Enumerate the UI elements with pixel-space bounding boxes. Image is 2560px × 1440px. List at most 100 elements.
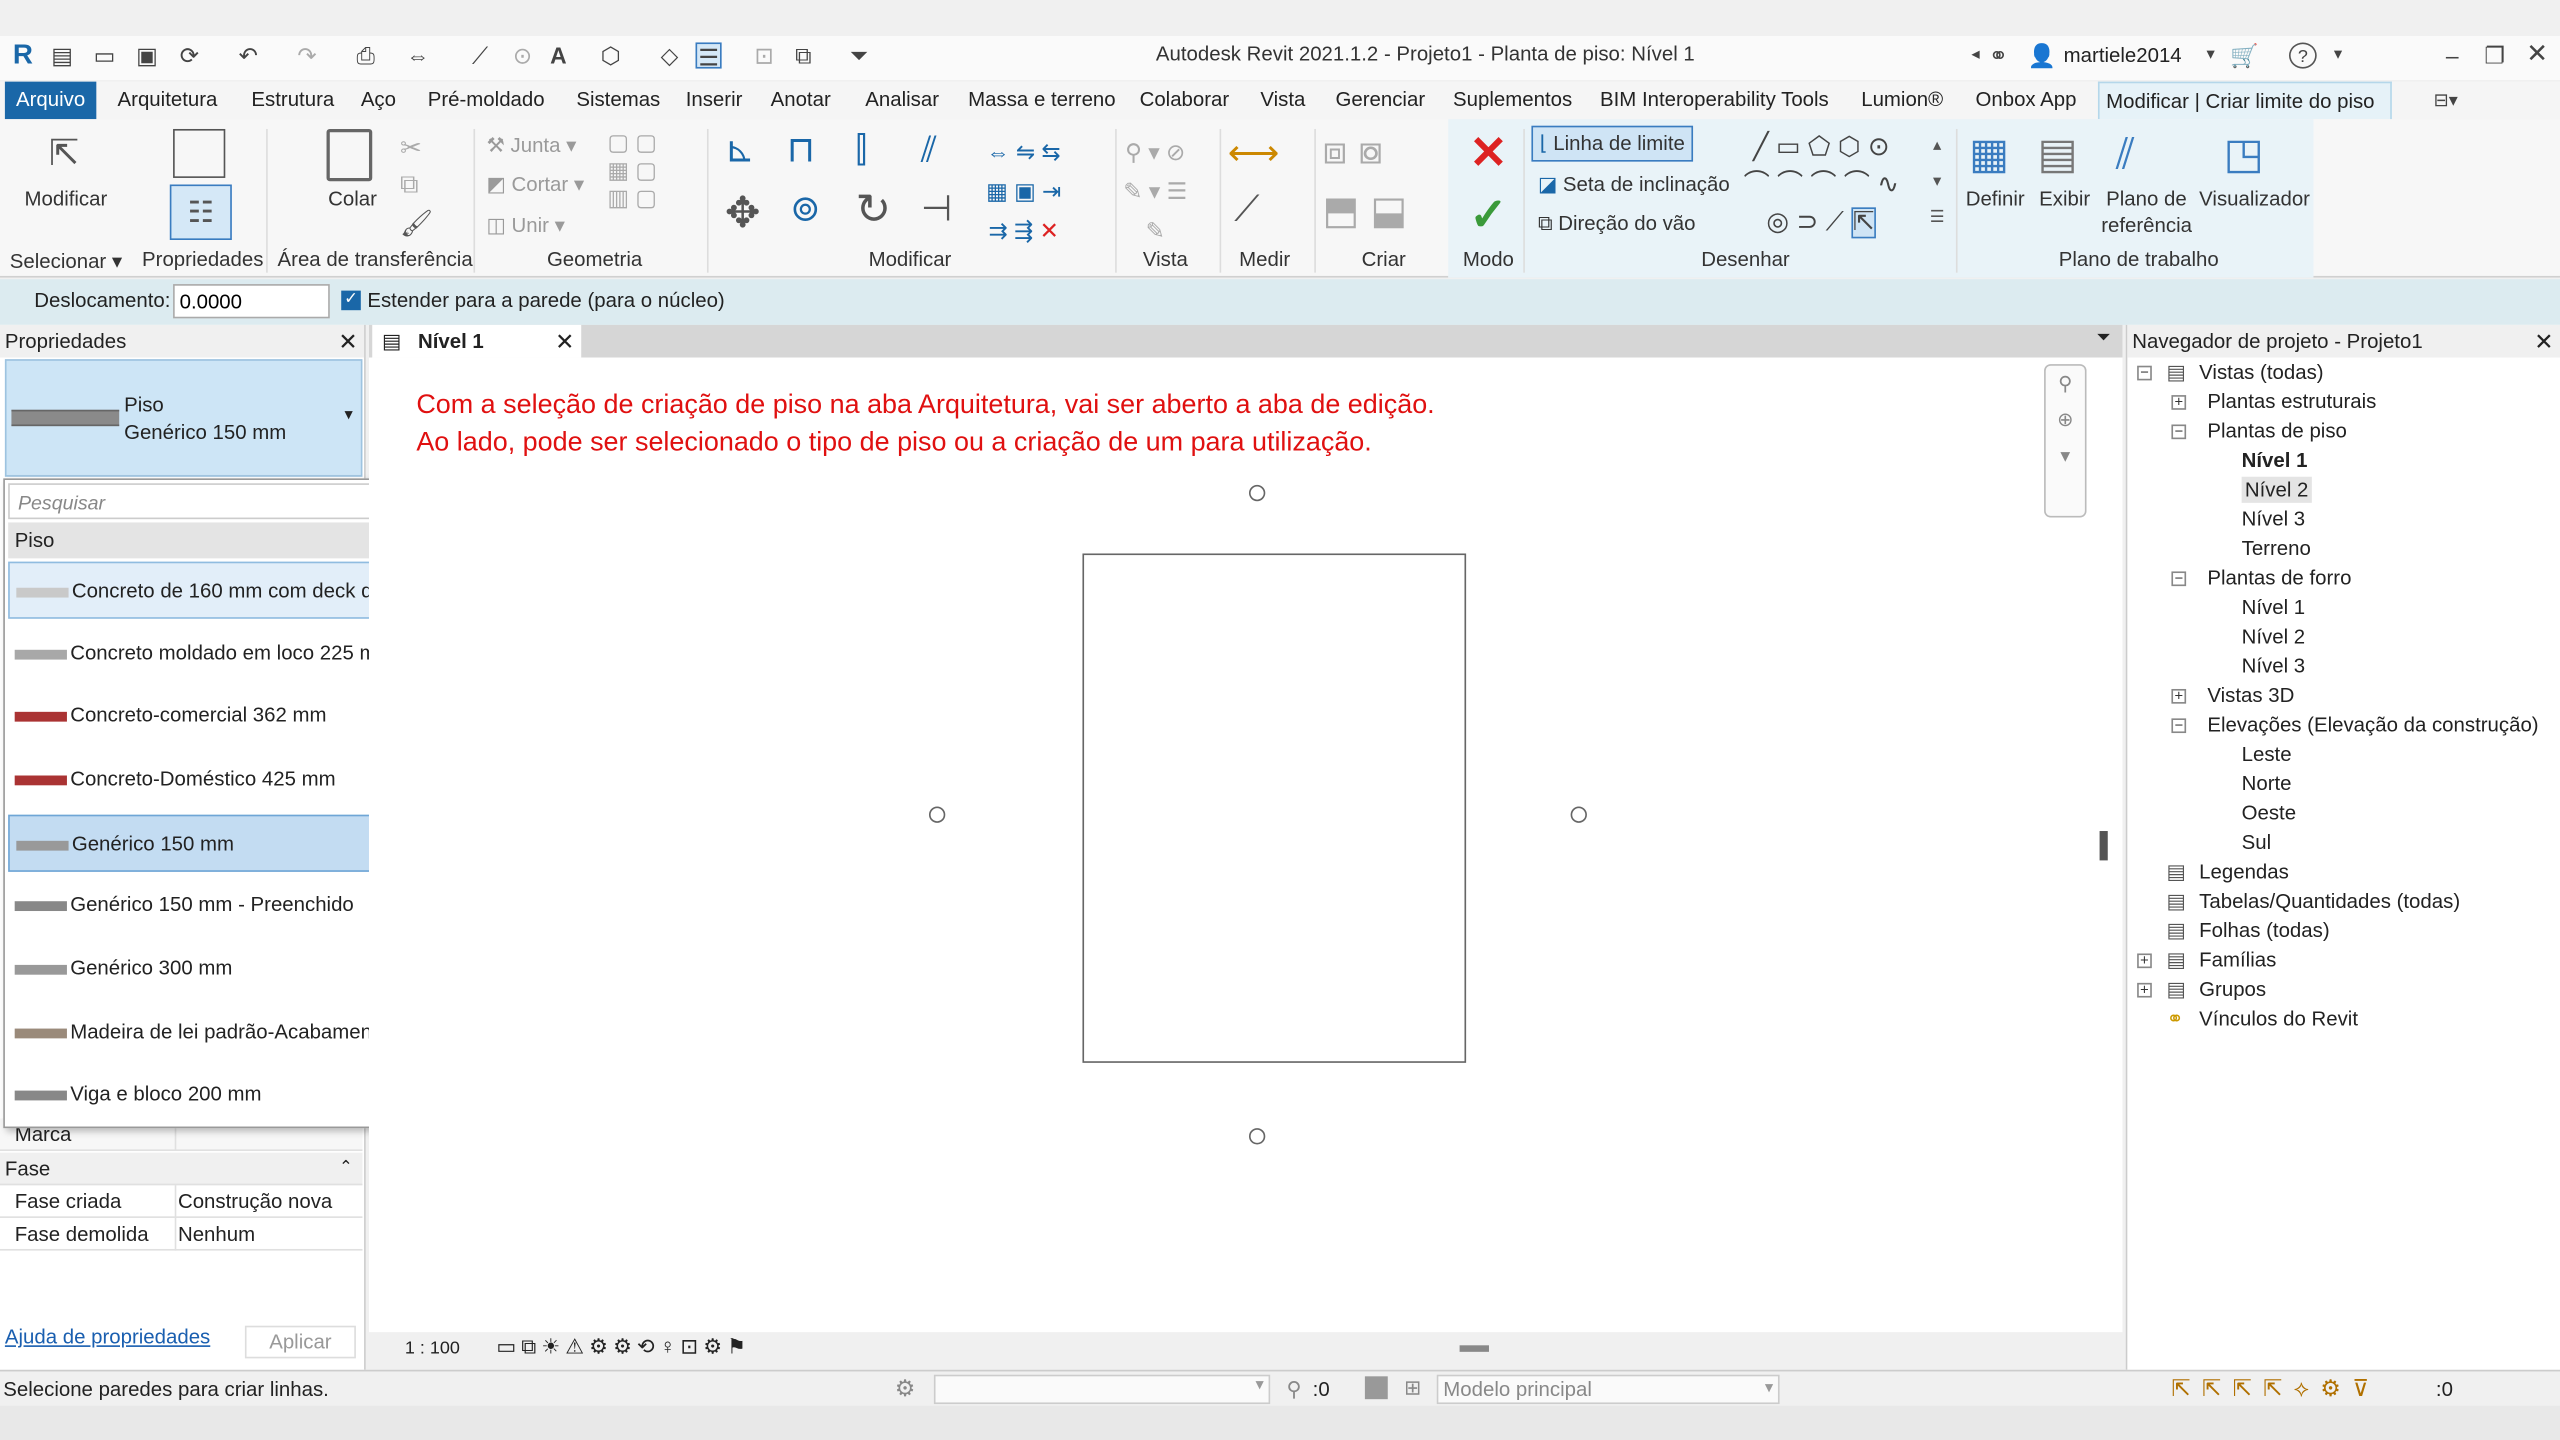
exibir-label[interactable]: Exibir <box>2039 188 2090 211</box>
tab-pre-moldado[interactable]: Pré-moldado <box>421 82 551 120</box>
seta-de-inclinacao-button[interactable]: ◪ Seta de inclinação <box>1538 171 1730 196</box>
split-icons[interactable]: ⇔ ⇋ ⇆ ▦ ▣ ⇥ ⇉ ⇶ ✕ <box>986 132 1061 250</box>
draw-shapes-icons[interactable]: ╱ ▭ ⬠ ⬡ ⊙ ⌒ ⌒ ⌒ ⌒ ∿ ◎ ⊃ ⟋ ⇱ <box>1744 129 1899 242</box>
junta-button[interactable]: ⚒ Junta ▾ <box>487 132 577 157</box>
tab-estrutura[interactable]: Estrutura <box>245 82 341 120</box>
rotate-icon[interactable]: ↻ <box>856 184 892 235</box>
plano-referencia-label-1[interactable]: Plano de <box>2106 188 2187 211</box>
estender-checkbox[interactable]: ✓ <box>341 290 361 311</box>
binoculars-icon[interactable]: ⚭ <box>1985 42 2011 68</box>
sync-icon[interactable]: ⟳ <box>176 42 202 68</box>
tab-inserir[interactable]: Inserir <box>679 82 749 120</box>
tab-aco[interactable]: Aço <box>354 82 402 120</box>
user-dropdown-icon[interactable]: ▾ <box>2198 42 2224 68</box>
apply-button[interactable]: Aplicar <box>244 1325 356 1359</box>
browser-node[interactable]: Plantas de piso <box>2207 418 2347 444</box>
collapse-icon[interactable]: − <box>2171 424 2187 440</box>
expand-icon[interactable]: + <box>2137 953 2152 969</box>
selection-filter-icons[interactable]: ⇱⇱⇱⇱⟡⚙⊽ <box>2171 1375 2380 1403</box>
help-link[interactable]: Ajuda de propriedades <box>5 1326 210 1349</box>
cart-icon[interactable]: 🛒 <box>2230 42 2258 68</box>
browser-node[interactable]: Plantas de forro <box>2207 565 2351 591</box>
switch-windows-icon[interactable]: ⧉ <box>790 42 816 68</box>
drawing-canvas[interactable]: Com a seleção de criação de piso na aba … <box>368 357 2123 1333</box>
cortar-button[interactable]: ◩ Cortar ▾ <box>487 171 585 196</box>
close-hidden-icon[interactable]: ⊡ <box>751 42 777 68</box>
workset-icon[interactable]: ⚙ <box>895 1375 916 1403</box>
browser-node[interactable]: Vistas (todas) <box>2199 359 2323 385</box>
browser-node[interactable]: Legendas <box>2199 859 2289 885</box>
browser-node[interactable]: Famílias <box>2199 947 2276 973</box>
mirror-draw-icon[interactable]: ⫽ <box>921 129 937 171</box>
collapse-icon[interactable]: − <box>2137 365 2152 381</box>
linha-de-limite-button[interactable]: ⌊ Linha de limite <box>1531 125 1694 162</box>
cut-icon[interactable]: ✂ <box>400 132 422 165</box>
h-scroll-handle[interactable] <box>1459 1345 1489 1352</box>
ref-plane-icon[interactable]: ⫽ <box>2116 129 2135 181</box>
elevation-marker-east[interactable] <box>1570 806 1587 823</box>
browser-node[interactable]: Nível 3 <box>2242 506 2306 532</box>
thin-lines-icon[interactable]: ☰ <box>695 42 722 70</box>
browser-node[interactable]: Terreno <box>2242 536 2311 562</box>
tab-arquitetura[interactable]: Arquitetura <box>111 82 224 120</box>
browser-node[interactable]: Nível 3 <box>2242 653 2306 679</box>
modificar-button-label[interactable]: Modificar <box>24 188 107 211</box>
tab-onbox-app[interactable]: Onbox App <box>1969 82 2083 120</box>
view-tools-icons[interactable]: ⚲ ▾ ⊘ ✎ ▾ ☰ ✎ <box>1123 132 1187 250</box>
deslocamento-input[interactable] <box>173 284 330 319</box>
collapse-icon[interactable]: − <box>2171 718 2187 734</box>
tab-suplementos[interactable]: Suplementos <box>1447 82 1579 120</box>
print-icon[interactable]: ⎙ <box>353 42 379 68</box>
cancel-edit-icon[interactable]: ✕ <box>1469 126 1507 180</box>
panel-selecionar[interactable]: Selecionar ▾ <box>10 248 122 273</box>
tab-sistemas[interactable]: Sistemas <box>570 82 667 120</box>
offset-icon[interactable]: ⊓ <box>787 129 815 171</box>
browser-node[interactable]: Sul <box>2242 829 2272 855</box>
type-selector[interactable]: Piso Genérico 150 mm ▾ <box>4 359 363 477</box>
design-option-list-icon[interactable]: ⊞ <box>1404 1375 1421 1399</box>
browser-node[interactable]: Grupos <box>2199 976 2266 1002</box>
type-properties-icon[interactable] <box>173 128 226 178</box>
show-workplane-icon[interactable]: ▤ <box>2038 129 2078 180</box>
visualizador-label[interactable]: Visualizador <box>2199 188 2310 211</box>
home-icon[interactable]: ▤ <box>49 42 75 68</box>
tab-arquivo[interactable]: Arquivo <box>4 81 97 120</box>
expand-icon[interactable]: + <box>2137 982 2152 998</box>
user-icon[interactable]: 👤 <box>2028 42 2056 68</box>
tab-menu-icon[interactable]: ⏷ <box>2096 328 2110 349</box>
tab-gerenciar[interactable]: Gerenciar <box>1329 82 1432 120</box>
measure-between-icon[interactable]: ⟷ <box>1228 132 1280 174</box>
tab-vista[interactable]: Vista <box>1254 82 1312 120</box>
viewer-icon[interactable]: ◳ <box>2224 129 2264 180</box>
collapse-icon[interactable]: ⌃ <box>339 1153 353 1186</box>
fase-section[interactable]: Fase ⌃ <box>0 1152 363 1186</box>
paste-icon[interactable] <box>326 128 373 182</box>
tab-modificar-criar-limite[interactable]: Modificar | Criar limite do piso <box>2097 81 2392 120</box>
close-view-tab-icon[interactable]: ✕ <box>555 325 574 358</box>
type-dropdown-icon[interactable]: ▾ <box>344 407 352 425</box>
browser-node[interactable]: Leste <box>2242 741 2292 767</box>
customize-qat-icon[interactable]: ⏷ <box>846 42 872 68</box>
browser-node[interactable]: Nível 1 <box>2242 447 2308 473</box>
help-dropdown-icon[interactable]: ▾ <box>2325 42 2351 68</box>
geometry-tools-icon[interactable]: ▢ ▢ ▦ ▢ ▥ ▢ <box>607 129 657 212</box>
tab-anotar[interactable]: Anotar <box>764 82 837 120</box>
aligned-dimension-icon[interactable]: ⟋ <box>1234 188 1259 230</box>
properties-icon[interactable]: ☷ <box>169 184 232 240</box>
browser-node[interactable]: Norte <box>2242 771 2292 797</box>
elevation-marker-south[interactable] <box>1248 1128 1266 1145</box>
editable-icon[interactable]: ⚲ <box>1287 1376 1302 1401</box>
tab-analisar[interactable]: Analisar <box>859 82 946 120</box>
tag-icon[interactable]: ⊙ <box>509 42 535 68</box>
text-icon[interactable]: A <box>545 42 571 68</box>
save-icon[interactable]: ▣ <box>134 42 160 68</box>
revit-logo-icon[interactable]: R <box>10 41 36 69</box>
browser-node[interactable]: Oeste <box>2242 800 2296 826</box>
help-icon[interactable]: ? <box>2288 42 2317 69</box>
unir-button[interactable]: ◫ Unir ▾ <box>487 212 565 237</box>
create-parts-icon[interactable]: ⬒ ⬓ <box>1322 188 1407 235</box>
copy-element-icon[interactable]: ⊚ <box>790 188 820 230</box>
tab-colaborar[interactable]: Colaborar <box>1133 82 1236 120</box>
minimize-icon[interactable]: – <box>2439 42 2465 68</box>
redo-icon[interactable]: ↷ <box>294 42 320 68</box>
